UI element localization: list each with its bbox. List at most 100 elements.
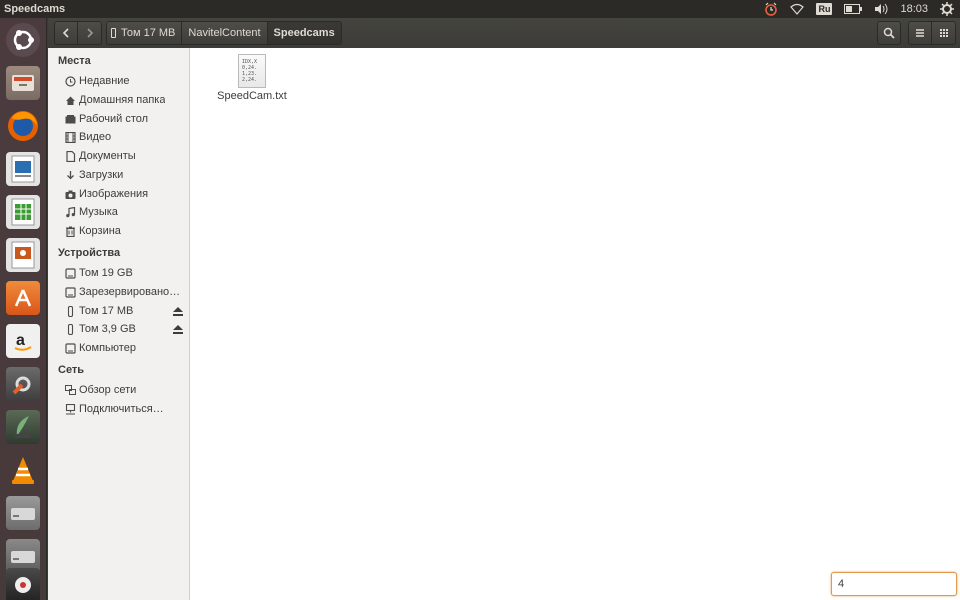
sidebar-item-downloads[interactable]: Загрузки: [64, 166, 188, 184]
view-buttons: [908, 21, 956, 45]
breadcrumb-speedcams[interactable]: Speedcams: [267, 21, 342, 45]
back-button[interactable]: [54, 21, 78, 45]
sidebar-heading-devices: Устройства: [58, 247, 121, 259]
gear-icon[interactable]: [934, 0, 960, 18]
sidebar-item-reserved[interactable]: Зарезервировано…: [64, 283, 188, 301]
feather-app-icon: [6, 410, 40, 444]
sidebar-item-label: Обзор сети: [79, 384, 137, 396]
launcher-app[interactable]: [4, 408, 42, 446]
settings-wheel-icon: [6, 568, 40, 600]
file-preview-line: 2,24.: [242, 77, 258, 83]
sidebar-item-label: Том 19 GB: [79, 267, 133, 279]
battery-icon[interactable]: [838, 0, 868, 18]
sidebar-item-desktop[interactable]: Рабочий стол: [64, 110, 188, 128]
clock[interactable]: 18:03: [894, 0, 934, 18]
writer-icon: [6, 152, 40, 186]
wifi-icon[interactable]: [784, 0, 810, 18]
sidebar-heading-places: Места: [58, 55, 91, 67]
sidebar-item-pictures[interactable]: Изображения: [64, 185, 188, 203]
launcher-ubuntu-dash[interactable]: [4, 21, 42, 59]
file-name: SpeedCam.txt: [217, 90, 287, 102]
drive-icon: [64, 342, 76, 354]
launcher-vlc[interactable]: [4, 451, 42, 489]
document-icon: [64, 150, 76, 162]
grid-view-button[interactable]: [932, 21, 956, 45]
typeahead-search-field[interactable]: 4: [831, 572, 957, 596]
eject-icon[interactable]: [172, 323, 184, 335]
system-settings-icon: [6, 367, 40, 401]
search-button[interactable]: [877, 21, 901, 45]
sidebar-item-label: Том 17 MB: [79, 305, 134, 317]
svg-text:a: a: [16, 332, 25, 349]
indicator-area: Ru 18:03: [758, 0, 960, 18]
sidebar-heading-network: Сеть: [58, 364, 85, 376]
trash-icon: [64, 225, 76, 237]
sidebar-item-volume-3-9gb[interactable]: Том 3,9 GB: [64, 320, 188, 338]
launcher-writer[interactable]: [4, 150, 42, 188]
top-panel: Speedcams Ru 18:03: [0, 0, 960, 18]
sidebar: Места Недавние Домашняя папка Рабочий ст…: [48, 48, 190, 600]
chevron-right-icon: [86, 28, 93, 38]
volume-icon[interactable]: [868, 0, 894, 18]
sidebar-item-label: Компьютер: [79, 342, 136, 354]
usb-drive-icon: [111, 28, 116, 38]
breadcrumb-volume[interactable]: Том 17 MB: [106, 21, 183, 45]
keyboard-layout-indicator[interactable]: Ru: [810, 0, 838, 18]
launcher-files[interactable]: [4, 64, 42, 102]
amazon-icon: a: [6, 324, 40, 358]
sidebar-item-label: Домашняя папка: [79, 94, 166, 106]
ubuntu-logo-icon: [6, 23, 40, 57]
grid-icon: [939, 29, 948, 37]
forward-button[interactable]: [78, 21, 102, 45]
launcher-system-settings[interactable]: [4, 365, 42, 403]
drive-icon: [64, 286, 76, 298]
home-icon: [64, 94, 76, 106]
launcher-drive-1[interactable]: [4, 494, 42, 532]
breadcrumb-navitelcontent[interactable]: NavitelContent: [182, 21, 268, 45]
sidebar-item-label: Корзина: [79, 225, 121, 237]
launcher: a: [0, 18, 47, 600]
impress-icon: [6, 238, 40, 272]
drive-icon: [64, 267, 76, 279]
sidebar-item-trash[interactable]: Корзина: [64, 222, 188, 240]
sidebar-item-computer[interactable]: Компьютер: [64, 339, 188, 357]
launcher-impress[interactable]: [4, 236, 42, 274]
alarm-clock-icon[interactable]: [758, 0, 784, 18]
typeahead-value: 4: [838, 578, 845, 590]
navigation-buttons: [54, 21, 102, 45]
vlc-icon: [6, 453, 40, 487]
sidebar-item-documents[interactable]: Документы: [64, 147, 188, 165]
launcher-calc[interactable]: [4, 193, 42, 231]
sidebar-item-volume-17mb[interactable]: Том 17 MB: [64, 302, 188, 320]
launcher-firefox[interactable]: [4, 107, 42, 145]
sidebar-item-recent[interactable]: Недавние: [64, 72, 188, 90]
keyboard-layout-badge: Ru: [816, 3, 833, 15]
breadcrumb-label: Том 17 MB: [121, 27, 176, 39]
sidebar-item-label: Подключиться…: [79, 403, 164, 415]
sidebar-item-label: Рабочий стол: [79, 113, 149, 125]
sidebar-item-videos[interactable]: Видео: [64, 128, 188, 146]
sidebar-item-home[interactable]: Домашняя папка: [64, 91, 188, 109]
launcher-amazon[interactable]: a: [4, 322, 42, 360]
clock-icon: [64, 75, 76, 87]
launcher-settings[interactable]: [4, 566, 42, 600]
search-icon: [883, 27, 895, 39]
sidebar-item-volume-19gb[interactable]: Том 19 GB: [64, 264, 188, 282]
hamburger-icon: [916, 29, 924, 37]
network-icon: [64, 384, 76, 396]
music-icon: [64, 206, 76, 218]
sidebar-item-label: Видео: [79, 131, 112, 143]
eject-icon[interactable]: [172, 305, 184, 317]
file-view[interactable]: IDX,X 0,24. 1,23. 2,24. SpeedCam.txt: [190, 48, 960, 600]
folder-icon: [64, 113, 76, 125]
sidebar-item-browse-network[interactable]: Обзор сети: [64, 381, 188, 399]
launcher-software-center[interactable]: [4, 279, 42, 317]
menu-button[interactable]: [908, 21, 932, 45]
file-item[interactable]: IDX,X 0,24. 1,23. 2,24. SpeedCam.txt: [212, 54, 292, 102]
sidebar-item-music[interactable]: Музыка: [64, 203, 188, 221]
sidebar-item-label: Недавние: [79, 75, 130, 87]
file-manager-window: Том 17 MB NavitelContent Speedcams Места: [48, 18, 960, 600]
app-title: Speedcams: [4, 3, 66, 15]
breadcrumb: Том 17 MB NavitelContent Speedcams: [106, 21, 342, 45]
sidebar-item-connect-server[interactable]: Подключиться…: [64, 400, 188, 418]
